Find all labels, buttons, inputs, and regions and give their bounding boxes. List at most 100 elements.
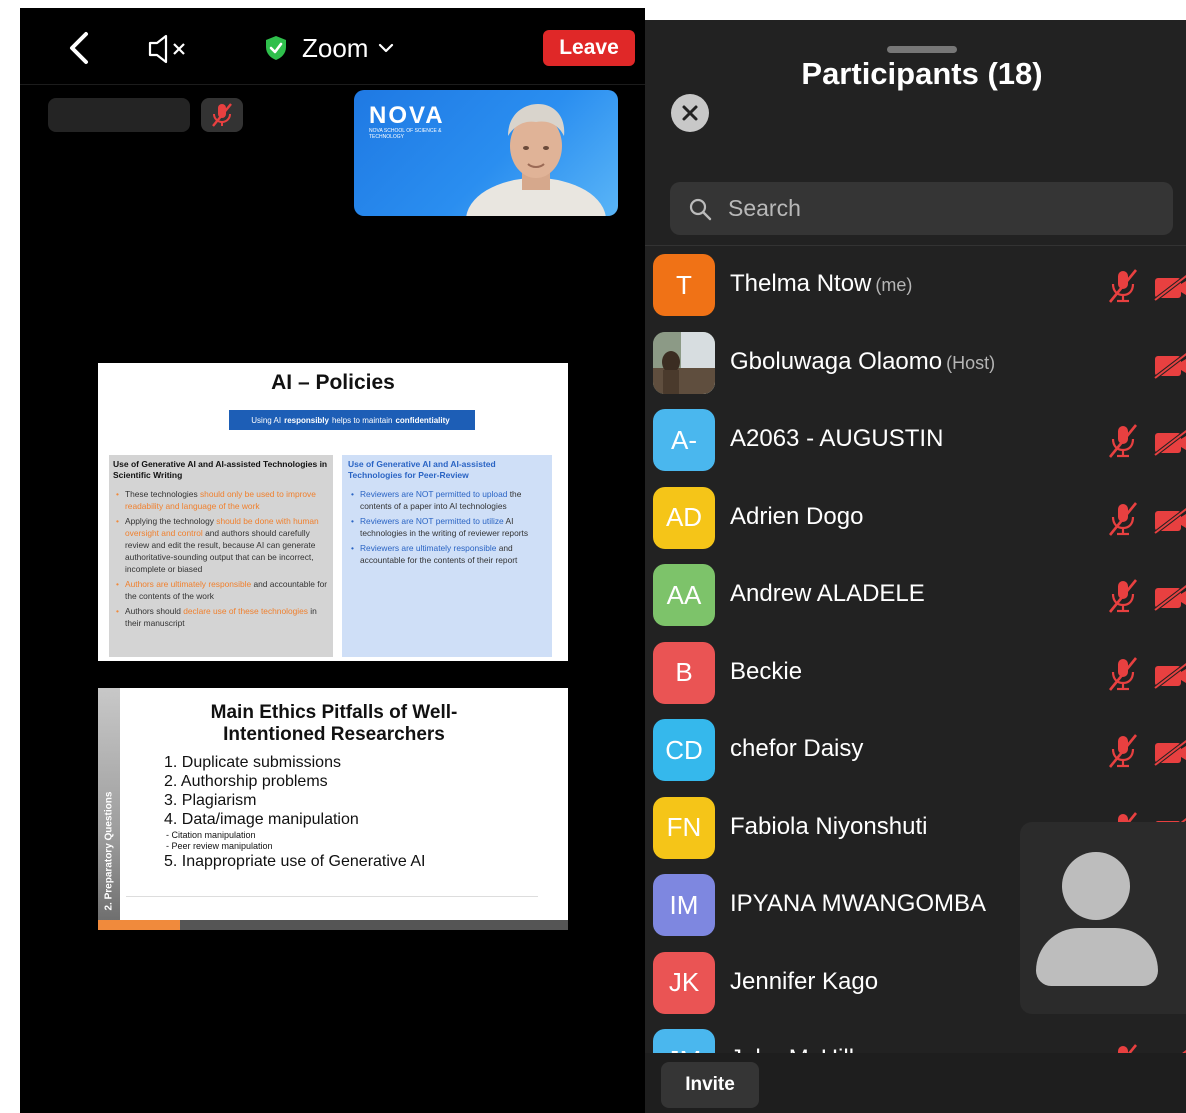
chevron-left-icon	[70, 32, 88, 64]
panel-bottom-bar: Invite	[645, 1053, 1186, 1113]
avatar: AA	[653, 564, 715, 626]
list-item: Authors are ultimately responsible and a…	[113, 578, 329, 602]
video-off-icon[interactable]	[1153, 737, 1186, 767]
search-input[interactable]	[728, 182, 1158, 235]
participant-name: A2063 - AUGUSTIN	[730, 425, 944, 452]
participant-name: chefor Daisy	[730, 735, 864, 762]
list-item: Applying the technology should be done w…	[113, 515, 329, 575]
participant-name: IPYANA MWANGOMBA	[730, 890, 987, 917]
column-heading: Use of Generative AI and AI-assisted Tec…	[348, 459, 496, 480]
list-item: 2. Authorship problems	[164, 773, 328, 790]
meeting-info-dropdown[interactable]: Zoom	[264, 30, 394, 66]
participant-row[interactable]: Gboluwaga Olaomo (Host)	[645, 326, 1186, 404]
participant-row[interactable]: CD chefor Daisy	[645, 713, 1186, 791]
shield-check-icon	[266, 36, 286, 60]
avatar: JM	[653, 1029, 715, 1053]
list-item: Reviewers are NOT permitted to upload th…	[348, 488, 546, 512]
list-item: 5. Inappropriate use of Generative AI	[164, 853, 426, 870]
mic-off-icon[interactable]	[1106, 423, 1140, 459]
list-item: 4. Data/image manipulation	[164, 811, 359, 828]
leave-button[interactable]: Leave	[543, 30, 635, 66]
drag-handle[interactable]	[887, 46, 957, 53]
speaker-person-image	[466, 104, 606, 216]
close-icon	[682, 105, 698, 121]
mic-off-icon[interactable]	[1106, 501, 1140, 537]
mic-off-icon	[212, 103, 232, 127]
participant-role-tag: (me)	[875, 275, 913, 295]
search-box	[670, 182, 1173, 235]
video-off-icon[interactable]	[1153, 427, 1186, 457]
slide-divider	[126, 896, 538, 897]
participant-row[interactable]: T Thelma Ntow (me)	[645, 248, 1186, 326]
slide-banner: Using AI responsibly helps to maintain c…	[229, 410, 475, 430]
participant-row[interactable]: AD Adrien Dogo	[645, 481, 1186, 559]
participant-row[interactable]: JM John McHill...	[645, 1023, 1186, 1053]
video-off-icon[interactable]	[1153, 505, 1186, 535]
slide-title-line2: Intentioned Researchers	[223, 724, 445, 745]
slide-section-label: 2. Preparatory Questions	[103, 791, 115, 911]
speaker-video-tile[interactable]: NOVA NOVA SCHOOL OF SCIENCE & TECHNOLOGY	[354, 90, 618, 216]
list-item: 1. Duplicate submissions	[164, 754, 341, 771]
list-item: Reviewers are NOT permitted to utilize A…	[348, 515, 546, 539]
meeting-view: Zoom Leave NOVA NOVA SCHOOL OF SCIENCE &…	[20, 8, 645, 1113]
self-mic-muted-badge	[201, 98, 243, 132]
list-subitem: - Peer review manipulation	[166, 841, 273, 851]
list-item: Authors should declare use of these tech…	[113, 605, 329, 629]
slide-footer-accent	[98, 920, 180, 930]
participant-row[interactable]: A- A2063 - AUGUSTIN	[645, 403, 1186, 481]
avatar-placeholder-body	[1036, 928, 1158, 986]
shared-slide-ai-policies: AI – Policies Using AI responsibly helps…	[98, 363, 568, 661]
participant-name: John McHill...	[730, 1045, 874, 1053]
list-subitem: - Citation manipulation	[166, 830, 256, 840]
toolbar-divider	[20, 84, 645, 85]
avatar-placeholder-head	[1062, 852, 1130, 920]
slide-column-writing: Use of Generative AI and AI-assisted Tec…	[109, 455, 333, 657]
chevron-down-icon	[379, 43, 394, 53]
nova-logo: NOVA	[369, 102, 445, 129]
speaker-toggle-button[interactable]	[146, 32, 196, 66]
avatar: FN	[653, 796, 715, 859]
slide-title-line1: Main Ethics Pitfalls of Well-	[210, 702, 458, 723]
mic-off-icon[interactable]	[1106, 733, 1140, 769]
participant-name: Andrew ALADELE	[730, 580, 925, 607]
close-panel-button[interactable]	[671, 94, 709, 132]
list-item: These technologies should only be used t…	[113, 488, 329, 512]
list-item: 3. Plagiarism	[164, 792, 257, 809]
video-off-icon[interactable]	[1153, 660, 1186, 690]
participant-name: Adrien Dogo	[730, 502, 864, 530]
avatar: JK	[653, 951, 715, 1014]
self-name-pill	[48, 98, 190, 132]
avatar: A-	[653, 409, 715, 471]
invite-button[interactable]: Invite	[661, 1062, 759, 1108]
avatar: CD	[653, 719, 715, 781]
video-off-icon[interactable]	[1153, 272, 1186, 302]
participants-panel: Participants (18) T Thelma Ntow(me) Gboluw…	[645, 20, 1186, 1113]
participant-row[interactable]: B Beckie	[645, 636, 1186, 714]
mic-off-icon[interactable]	[1106, 578, 1140, 614]
avatar: IM	[653, 874, 715, 936]
nova-logo-subtitle: NOVA SCHOOL OF SCIENCE & TECHNOLOGY	[369, 128, 442, 140]
panel-title: Participants (18)	[801, 56, 1043, 91]
participant-row[interactable]: AA Andrew ALADELE	[645, 558, 1186, 636]
mic-off-icon[interactable]	[1106, 1043, 1140, 1053]
back-button[interactable]	[60, 28, 100, 68]
participant-name: Fabiola Niyonshuti	[730, 812, 928, 840]
self-video-thumbnail[interactable]	[1020, 822, 1186, 1014]
slide-title: AI – Policies	[271, 371, 395, 394]
participant-name: Gboluwaga Olaomo (Host)	[730, 347, 996, 375]
shared-slide-ethics-pitfalls: 2. Preparatory Questions Main Ethics Pit…	[98, 688, 568, 930]
meeting-app-label: Zoom	[302, 32, 369, 63]
search-icon	[689, 198, 712, 221]
participant-name: Jennifer Kago	[730, 967, 879, 995]
avatar: T	[653, 254, 715, 316]
mic-off-icon[interactable]	[1106, 656, 1140, 692]
search-divider	[645, 245, 1186, 246]
video-off-icon[interactable]	[1153, 350, 1186, 380]
column-heading: Use of Generative AI and AI-assisted Tec…	[113, 459, 328, 480]
participant-role-tag: (Host)	[946, 352, 996, 373]
participant-name: Beckie	[730, 657, 803, 685]
video-off-icon[interactable]	[1153, 582, 1186, 612]
avatar-photo	[653, 331, 715, 394]
mic-off-icon[interactable]	[1106, 268, 1140, 304]
participant-name: Thelma Ntow (me)	[730, 270, 913, 297]
